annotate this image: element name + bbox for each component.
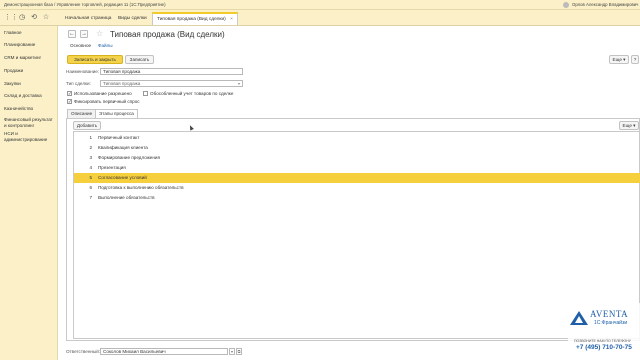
user-name[interactable]: Орлов Александр Владимирович bbox=[572, 2, 638, 7]
watermark-call-text: ПОЗВОНИТЕ НАМ ПО ТЕЛЕФОНУ bbox=[574, 339, 631, 343]
row-number: 4 bbox=[89, 165, 92, 170]
main-toolbar: ⋮⋮ ◷ ⟲ ☆ Начальная страница Виды сделки … bbox=[0, 10, 640, 26]
app-title: Демонстрационная база / Управление торго… bbox=[4, 2, 166, 7]
close-tab-icon[interactable]: × bbox=[230, 17, 233, 22]
tab-home-label: Начальная страница bbox=[65, 16, 112, 21]
table-row[interactable]: 3 Формирование предложения bbox=[74, 153, 640, 163]
aventa-logo-inner bbox=[575, 316, 583, 323]
page-title: Типовая продажа (Вид сделки) bbox=[110, 30, 225, 39]
stages-table: 1 Первичный контакт 2 Квалификация клиен… bbox=[73, 131, 640, 339]
sidebar-item-sales[interactable]: Продажи bbox=[4, 68, 56, 74]
row-number: 5 bbox=[89, 175, 92, 180]
title-bar: Демонстрационная база / Управление торго… bbox=[0, 0, 640, 10]
sidebar-item-warehouse[interactable]: Склад и доставка bbox=[4, 93, 56, 99]
apps-grid-icon[interactable]: ⋮⋮ bbox=[4, 14, 18, 22]
deal-type-select[interactable]: Типовая продажа ▾ bbox=[100, 80, 243, 87]
row-name: Квалификация клиента bbox=[98, 145, 148, 150]
row-number: 7 bbox=[89, 195, 92, 200]
row-name: Согласование условий bbox=[98, 175, 147, 180]
responsible-dropdown-icon[interactable]: ▾ bbox=[229, 348, 235, 355]
name-input[interactable]: Типовая продажа bbox=[100, 68, 243, 75]
deal-type-label: Тип сделки: bbox=[66, 81, 91, 86]
responsible-open-icon[interactable]: ⧉ bbox=[236, 348, 242, 355]
add-button[interactable]: Добавить bbox=[73, 121, 101, 130]
tab-home[interactable]: Начальная страница bbox=[60, 12, 116, 25]
sidebar-item-purchases[interactable]: Закупки bbox=[4, 81, 56, 87]
help-button[interactable]: ? bbox=[631, 55, 639, 64]
process-stages-panel: Добавить Еще ▾ 1 Первичный контакт 2 Ква… bbox=[66, 118, 640, 341]
table-row[interactable]: 4 Презентация bbox=[74, 163, 640, 173]
primary-demand-checkbox-label: Фиксировать первичный спрос bbox=[74, 99, 140, 104]
more-actions-button[interactable]: Еще ▾ bbox=[609, 55, 629, 64]
responsible-input[interactable]: Соколов Михаил Васильевич bbox=[100, 348, 228, 355]
separate-goods-checkbox[interactable] bbox=[143, 91, 148, 96]
deal-type-value: Типовая продажа bbox=[103, 81, 141, 86]
sidebar-item-crm[interactable]: CRM и маркетинг bbox=[4, 55, 56, 61]
row-number: 3 bbox=[89, 155, 92, 160]
allowed-checkbox-label: Использование разрешено bbox=[74, 91, 132, 96]
watermark-phone: +7 (495) 710-70-75 bbox=[576, 344, 632, 351]
responsible-label: Ответственный: bbox=[66, 349, 101, 354]
history-icon[interactable]: ⟲ bbox=[30, 14, 38, 22]
table-row[interactable]: 6 Подготовка к выполнению обязательств bbox=[74, 183, 640, 193]
back-arrow-icon[interactable]: ← bbox=[68, 30, 76, 38]
separate-goods-checkbox-label: Обособленный учет товаров по сделке bbox=[150, 91, 234, 96]
tab-deal-types-label: Виды сделки bbox=[118, 16, 147, 21]
save-button[interactable]: Записать bbox=[125, 55, 154, 64]
link-files[interactable]: Файлы bbox=[98, 43, 113, 48]
row-name: Презентация bbox=[98, 165, 126, 170]
sidebar-item-nsi[interactable]: НСИ и администрирование bbox=[4, 131, 56, 143]
favorites-star-icon[interactable]: ☆ bbox=[42, 14, 50, 22]
sidebar-item-planning[interactable]: Планирование bbox=[4, 42, 56, 48]
table-more-button[interactable]: Еще ▾ bbox=[619, 121, 639, 130]
sidebar-item-main[interactable]: Главное bbox=[4, 30, 56, 36]
form-area: ← → ☆ Типовая продажа (Вид сделки) Основ… bbox=[58, 26, 640, 360]
clock-icon[interactable]: ◷ bbox=[18, 14, 26, 22]
user-avatar-icon bbox=[563, 2, 569, 8]
tab-typical-sale-label: Типовая продажа (Вид сделки) bbox=[157, 17, 226, 22]
row-name: Первичный контакт bbox=[98, 135, 140, 140]
row-number: 1 bbox=[89, 135, 92, 140]
forward-arrow-icon[interactable]: → bbox=[80, 30, 88, 38]
save-and-close-button[interactable]: Записать и закрыть bbox=[67, 55, 123, 64]
row-number: 2 bbox=[89, 145, 92, 150]
sidebar-item-finance[interactable]: Финансовый результат и контроллинг bbox=[4, 117, 56, 129]
table-row[interactable]: 2 Квалификация клиента bbox=[74, 143, 640, 153]
table-row[interactable]: 7 Выполнение обязательств bbox=[74, 193, 640, 203]
row-name: Формирование предложения bbox=[98, 155, 160, 160]
tab-typical-sale[interactable]: Типовая продажа (Вид сделки) × bbox=[152, 12, 238, 25]
chevron-down-icon: ▾ bbox=[237, 81, 240, 86]
favorite-star-icon[interactable]: ☆ bbox=[96, 29, 103, 38]
table-row[interactable]: 1 Первичный контакт bbox=[74, 133, 640, 143]
sidebar-item-treasury[interactable]: Казначейство bbox=[4, 106, 56, 112]
tab-description[interactable]: Описание bbox=[67, 109, 97, 118]
name-label: Наименование: bbox=[66, 69, 100, 74]
table-row-selected[interactable]: 5 Согласование условий bbox=[74, 173, 640, 183]
link-main[interactable]: Основное bbox=[70, 43, 91, 48]
aventa-watermark: AVENTA 1С:Франчайзи ПОЗВОНИТЕ НАМ ПО ТЕЛ… bbox=[568, 303, 640, 360]
sidebar: Главное Планирование CRM и маркетинг Про… bbox=[0, 26, 58, 360]
allowed-checkbox[interactable]: ✓ bbox=[67, 91, 72, 96]
watermark-brand: AVENTA bbox=[590, 309, 629, 319]
watermark-subtitle: 1С:Франчайзи bbox=[594, 320, 628, 326]
primary-demand-checkbox[interactable]: ✓ bbox=[67, 99, 72, 104]
row-name: Подготовка к выполнению обязательств bbox=[98, 185, 184, 190]
row-name: Выполнение обязательств bbox=[98, 195, 155, 200]
tab-process-stages[interactable]: Этапы процесса bbox=[95, 109, 138, 118]
row-number: 6 bbox=[89, 185, 92, 190]
tab-deal-types[interactable]: Виды сделки bbox=[113, 12, 152, 25]
